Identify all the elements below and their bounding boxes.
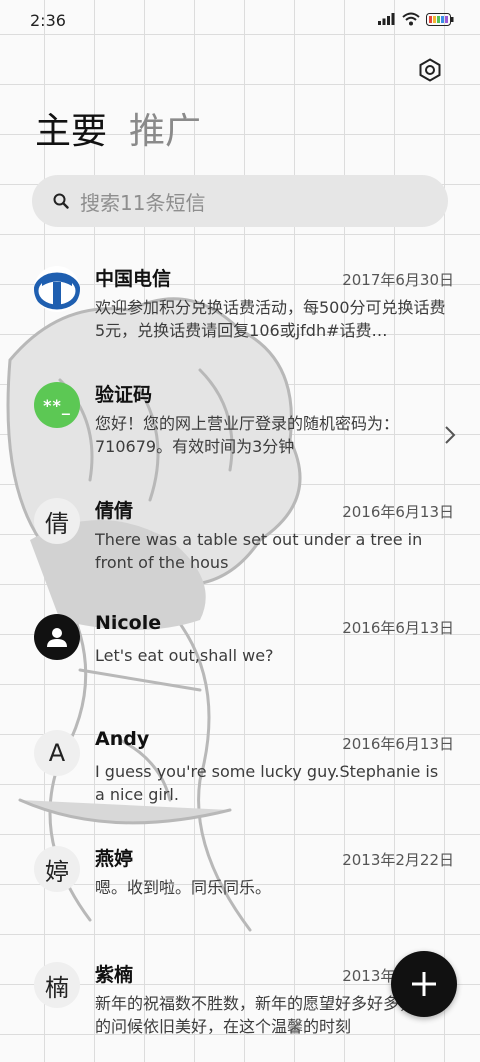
conversation-preview: 欢迎参加积分兑换话费活动，每500分可兑换话费5元，兑换话费请回复106或jfd… [95,298,446,340]
conversation-name: 中国电信 [95,268,172,290]
conversation-date: 2017年6月30日 [342,271,454,289]
conversation-preview: 嗯。收到啦。同乐同乐。 [95,878,272,897]
conversation-name: 倩倩 [95,500,134,522]
conversation-item[interactable]: **_ 验证码 您好！您的网上营业厅登录的随机密码为：710679。有效时间为3… [0,366,480,482]
status-icons [378,12,454,26]
avatar: 倩 [34,498,80,544]
conversation-date: 2016年6月13日 [342,735,454,753]
conversation-name: 紫楠 [95,964,134,986]
conversation-name: Andy [95,728,150,750]
conversation-preview: 您好！您的网上营业厅登录的随机密码为：710679。有效时间为3分钟 [95,414,400,456]
settings-button[interactable] [416,56,444,84]
chevron-right-icon[interactable] [442,424,458,446]
plus-icon [412,972,436,996]
avatar: **_ [34,382,80,428]
conversation-name: Nicole [95,612,162,634]
search-bar[interactable]: 搜索11条短信 [32,175,448,227]
wifi-icon [402,12,420,26]
status-bar: 2:36 [0,0,480,44]
conversation-preview: There was a table set out under a tree i… [95,530,423,572]
status-time: 2:36 [30,11,66,30]
conversation-item[interactable]: 倩 倩倩 2016年6月13日 There was a table set ou… [0,482,480,598]
avatar [34,266,80,312]
person-icon [47,628,67,647]
avatar: 婷 [34,846,80,892]
battery-icon [426,12,454,26]
china-telecom-logo-icon [34,272,80,310]
settings-hexagon-icon [419,58,441,82]
conversation-item[interactable]: 中国电信 2017年6月30日 欢迎参加积分兑换话费活动，每500分可兑换话费5… [0,250,480,366]
conversation-item[interactable]: 婷 燕婷 2013年2月22日 嗯。收到啦。同乐同乐。 [0,830,480,946]
avatar [34,614,80,660]
conversation-date: 2016年6月13日 [342,503,454,521]
avatar: A [34,730,80,776]
conversation-preview: I guess you're some lucky guy.Stephanie … [95,762,439,804]
conversation-list: 中国电信 2017年6月30日 欢迎参加积分兑换话费活动，每500分可兑换话费5… [0,250,480,1062]
signal-icon [378,13,395,25]
conversation-date: 2013年2月22日 [342,851,454,869]
conversation-name: 验证码 [95,384,153,406]
search-input[interactable]: 搜索11条短信 [80,187,205,216]
new-message-button[interactable] [391,951,457,1017]
conversation-item[interactable]: A Andy 2016年6月13日 I guess you're some lu… [0,714,480,830]
tab-primary[interactable]: 主要 [35,108,107,156]
avatar: 楠 [34,962,80,1008]
search-icon [52,192,70,210]
tab-promotions[interactable]: 推广 [129,108,201,156]
conversation-date: 2016年6月13日 [342,619,454,637]
conversation-item[interactable]: Nicole 2016年6月13日 Let's eat out,shall we… [0,598,480,714]
conversation-name: 燕婷 [95,848,134,870]
tab-bar: 主要 推广 [35,108,201,156]
conversation-preview: Let's eat out,shall we? [95,646,274,665]
